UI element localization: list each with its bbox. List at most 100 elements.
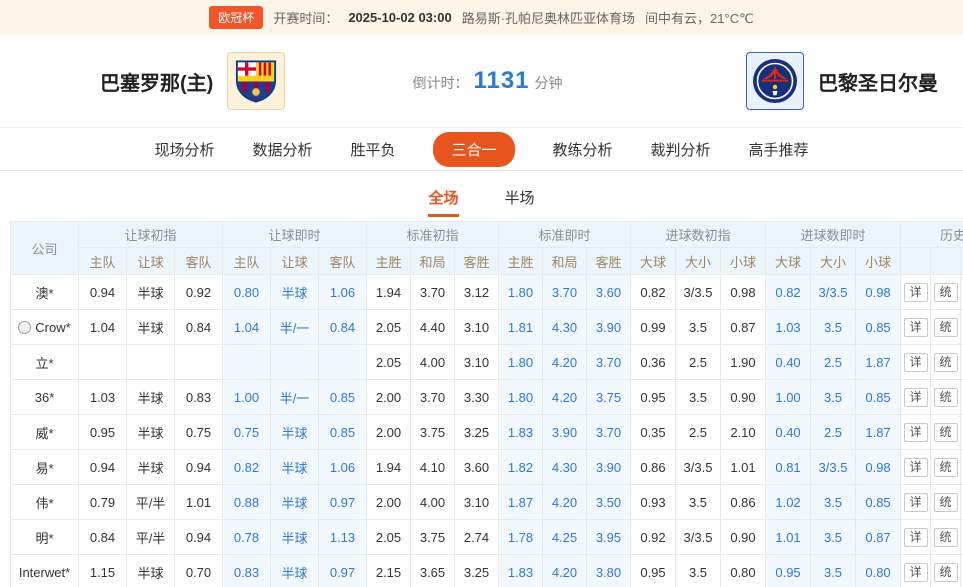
stats-button[interactable]: 统 bbox=[934, 458, 958, 477]
odds-cell: 1.01 bbox=[721, 450, 766, 485]
odds-cell: 0.92 bbox=[631, 520, 676, 555]
nav-tab-3[interactable]: 胜平负 bbox=[350, 139, 395, 160]
away-team: 巴黎圣日尔曼 bbox=[746, 52, 938, 110]
column-header: 和局 bbox=[411, 248, 455, 275]
odds-cell: 2.5 bbox=[676, 345, 721, 380]
detail-button[interactable]: 详 bbox=[904, 458, 928, 477]
nav-tab-1[interactable]: 现场分析 bbox=[154, 139, 214, 160]
league-badge[interactable]: 欧冠杯 bbox=[209, 6, 263, 29]
odds-cell: 0.75 bbox=[223, 415, 271, 450]
odds-table: 公司让球初指让球即时标准初指标准即时进球数初指进球数即时历史主队让球客队主队让球… bbox=[10, 221, 963, 587]
nav-tab-7[interactable]: 高手推荐 bbox=[749, 139, 809, 160]
odds-cell: 4.10 bbox=[411, 450, 455, 485]
odds-cell bbox=[271, 345, 319, 380]
odds-cell: 3.80 bbox=[587, 555, 631, 587]
odds-cell: 1.13 bbox=[319, 520, 367, 555]
stats-button[interactable]: 统 bbox=[934, 423, 958, 442]
odds-cell: 0.80 bbox=[856, 555, 901, 587]
column-header: 客胜 bbox=[455, 248, 499, 275]
weather-text: 间中有云，21°C℃ bbox=[645, 8, 754, 27]
countdown: 倒计时： 1131 分钟 bbox=[412, 67, 562, 95]
company-name: 澳* bbox=[35, 286, 53, 301]
detail-button[interactable]: 详 bbox=[904, 388, 928, 407]
odds-cell: 0.94 bbox=[79, 275, 127, 310]
odds-cell: 1.81 bbox=[499, 310, 543, 345]
odds-cell: 3/3.5 bbox=[676, 520, 721, 555]
company-name: 36* bbox=[35, 390, 55, 405]
company-cell[interactable]: Crow* bbox=[11, 310, 79, 345]
odds-cell: 0.95 bbox=[631, 555, 676, 587]
odds-cell: 2.15 bbox=[367, 555, 411, 587]
stats-button[interactable]: 统 bbox=[934, 283, 958, 302]
countdown-label: 倒计时： bbox=[412, 73, 468, 93]
column-group-header: 进球数初指 bbox=[631, 222, 766, 248]
odds-cell: 2.00 bbox=[367, 485, 411, 520]
detail-cell: 详 bbox=[901, 310, 931, 345]
odds-cell: 2.10 bbox=[721, 415, 766, 450]
odds-cell: 0.97 bbox=[319, 555, 367, 587]
stats-button[interactable]: 统 bbox=[934, 563, 958, 582]
stats-button[interactable]: 统 bbox=[934, 528, 958, 547]
detail-button[interactable]: 详 bbox=[904, 493, 928, 512]
odds-cell: 0.90 bbox=[721, 520, 766, 555]
away-team-crest bbox=[746, 52, 804, 110]
odds-cell: 2.00 bbox=[367, 415, 411, 450]
period-tab-2[interactable]: 半场 bbox=[505, 187, 535, 217]
odds-cell: 0.99 bbox=[631, 310, 676, 345]
odds-cell: 4.30 bbox=[543, 310, 587, 345]
stats-button[interactable]: 统 bbox=[934, 318, 958, 337]
company-cell[interactable]: 立* bbox=[11, 345, 79, 380]
odds-cell: 半球 bbox=[271, 555, 319, 587]
nav-tab-4[interactable]: 三合一 bbox=[433, 132, 514, 167]
stats-button[interactable]: 统 bbox=[934, 353, 958, 372]
column-header: 小球 bbox=[856, 248, 901, 275]
odds-cell: 3/3.5 bbox=[811, 275, 856, 310]
company-cell[interactable]: Interwet* bbox=[11, 555, 79, 587]
odds-cell: 0.36 bbox=[631, 345, 676, 380]
detail-button[interactable]: 详 bbox=[904, 353, 928, 372]
odds-cell: 0.98 bbox=[721, 275, 766, 310]
odds-cell: 0.95 bbox=[766, 555, 811, 587]
detail-button[interactable]: 详 bbox=[904, 283, 928, 302]
company-cell[interactable]: 威* bbox=[11, 415, 79, 450]
detail-cell: 详 bbox=[901, 450, 931, 485]
stats-button[interactable]: 统 bbox=[934, 388, 958, 407]
odds-cell: 3.70 bbox=[543, 275, 587, 310]
nav-tab-2[interactable]: 数据分析 bbox=[252, 139, 312, 160]
detail-button[interactable]: 详 bbox=[904, 563, 928, 582]
odds-cell: 3.30 bbox=[455, 380, 499, 415]
odds-cell: 3.70 bbox=[587, 415, 631, 450]
odds-cell: 1.02 bbox=[766, 485, 811, 520]
odds-cell: 3.5 bbox=[811, 520, 856, 555]
odds-cell: 0.84 bbox=[319, 310, 367, 345]
company-cell[interactable]: 易* bbox=[11, 450, 79, 485]
column-group-header: 标准初指 bbox=[367, 222, 499, 248]
company-cell[interactable]: 明* bbox=[11, 520, 79, 555]
period-tab-1[interactable]: 全场 bbox=[428, 187, 458, 217]
company-name: 威* bbox=[35, 426, 53, 441]
odds-cell: 4.20 bbox=[543, 555, 587, 587]
home-team-name: 巴塞罗那(主) bbox=[100, 67, 213, 96]
stats-button[interactable]: 统 bbox=[934, 493, 958, 512]
countdown-value: 1131 bbox=[473, 67, 529, 95]
odds-cell: 3.10 bbox=[455, 310, 499, 345]
odds-cell: 0.70 bbox=[175, 555, 223, 587]
odds-cell: 2.5 bbox=[811, 415, 856, 450]
company-cell[interactable]: 36* bbox=[11, 380, 79, 415]
detail-button[interactable]: 详 bbox=[904, 423, 928, 442]
nav-tab-5[interactable]: 教练分析 bbox=[553, 139, 613, 160]
detail-button[interactable]: 详 bbox=[904, 318, 928, 337]
odds-cell: 半球 bbox=[127, 450, 175, 485]
detail-cell: 详 bbox=[901, 520, 931, 555]
odds-cell: 3.60 bbox=[455, 450, 499, 485]
company-cell[interactable]: 伟* bbox=[11, 485, 79, 520]
column-header: 大小 bbox=[811, 248, 856, 275]
detail-button[interactable]: 详 bbox=[904, 528, 928, 547]
odds-cell: 1.94 bbox=[367, 275, 411, 310]
odds-cell: 半/一 bbox=[271, 310, 319, 345]
odds-cell: 3.60 bbox=[587, 275, 631, 310]
odds-cell: 0.40 bbox=[766, 345, 811, 380]
odds-row: 36*1.03半球0.831.00半/一0.852.003.703.301.80… bbox=[11, 380, 963, 415]
company-cell[interactable]: 澳* bbox=[11, 275, 79, 310]
nav-tab-6[interactable]: 裁判分析 bbox=[651, 139, 711, 160]
